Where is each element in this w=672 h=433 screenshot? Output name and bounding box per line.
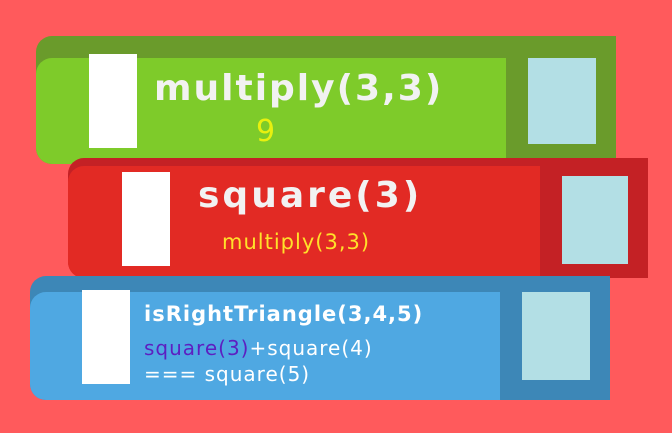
triangle-expression-line-1: square(3)+square(4) xyxy=(144,336,373,360)
multiply-call-label: multiply(3,3) xyxy=(154,68,444,109)
multiply-result-value: 9 xyxy=(256,114,276,149)
square-inner-call: multiply(3,3) xyxy=(222,230,371,254)
book-triangle-label-tab xyxy=(82,290,130,384)
book-square-label-tab xyxy=(122,172,170,266)
square-call-label: square(3) xyxy=(198,175,423,216)
expression-remainder: +square(4) xyxy=(249,336,373,360)
highlighted-square-call: square(3) xyxy=(144,336,250,360)
book-multiply-label-tab xyxy=(89,54,137,148)
book-square-pages xyxy=(562,176,628,264)
book-multiply-pages xyxy=(528,58,596,144)
triangle-expression-line-2: === square(5) xyxy=(144,362,311,386)
is-right-triangle-call-label: isRightTriangle(3,4,5) xyxy=(144,302,424,326)
book-triangle-pages xyxy=(522,292,590,380)
